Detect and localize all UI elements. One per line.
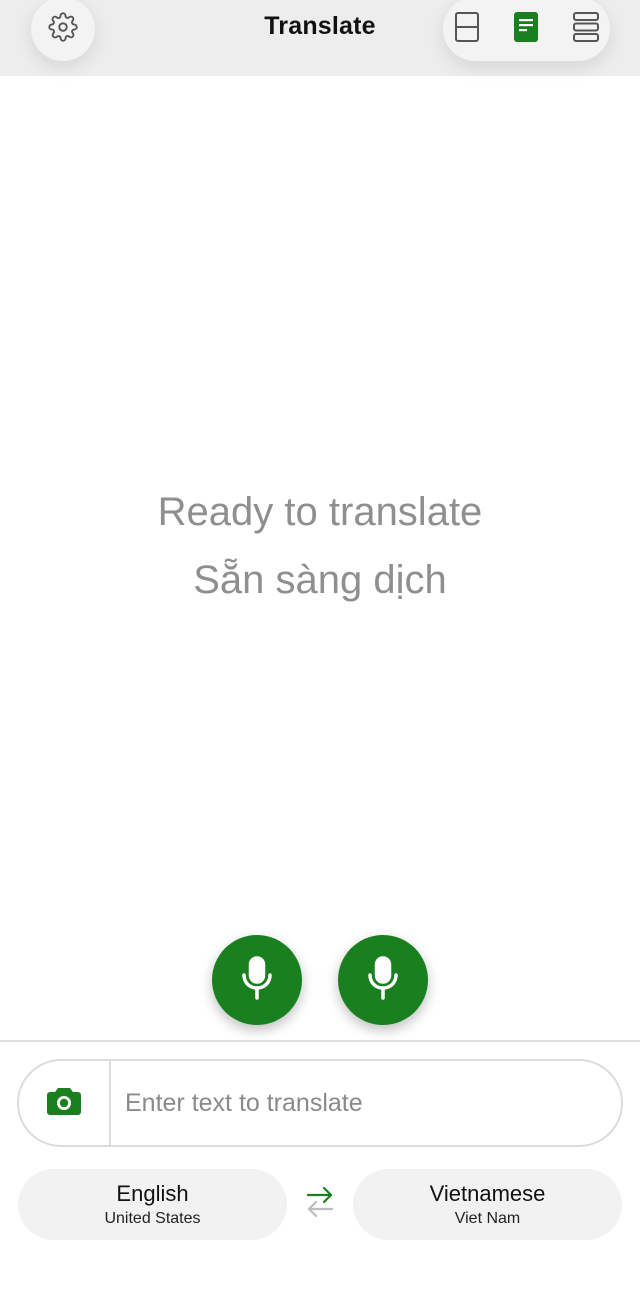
text-input-bar: [17, 1059, 623, 1147]
status-text-target: Sẵn sàng dịch: [193, 558, 447, 602]
gear-icon: [48, 11, 78, 47]
translate-text-input[interactable]: [125, 1061, 605, 1145]
settings-button[interactable]: [31, 0, 95, 61]
swap-languages-button[interactable]: [300, 1184, 340, 1224]
microphone-icon: [240, 955, 274, 1005]
camera-icon: [46, 1085, 82, 1122]
divider: [0, 1040, 640, 1042]
mic-button-target[interactable]: [338, 935, 428, 1025]
source-language-button[interactable]: English United States: [18, 1169, 287, 1240]
camera-button[interactable]: [19, 1061, 109, 1145]
status-text-source: Ready to translate: [157, 490, 483, 534]
source-language-name: English: [116, 1181, 189, 1206]
target-language-button[interactable]: Vietnamese Viet Nam: [353, 1169, 622, 1240]
split-layout-icon: [453, 11, 481, 48]
mic-button-source[interactable]: [212, 935, 302, 1025]
microphone-icon: [366, 955, 400, 1005]
input-separator: [109, 1061, 111, 1145]
source-language-region: United States: [104, 1210, 201, 1227]
list-view-button[interactable]: [564, 7, 608, 51]
stacked-list-icon: [572, 11, 600, 48]
view-mode-switcher: [443, 0, 610, 61]
document-icon: [513, 11, 539, 48]
document-view-button[interactable]: [504, 7, 548, 51]
target-language-name: Vietnamese: [429, 1181, 546, 1206]
swap-arrows-icon: [305, 1185, 335, 1224]
split-view-button[interactable]: [445, 7, 489, 51]
target-language-region: Viet Nam: [454, 1210, 521, 1227]
